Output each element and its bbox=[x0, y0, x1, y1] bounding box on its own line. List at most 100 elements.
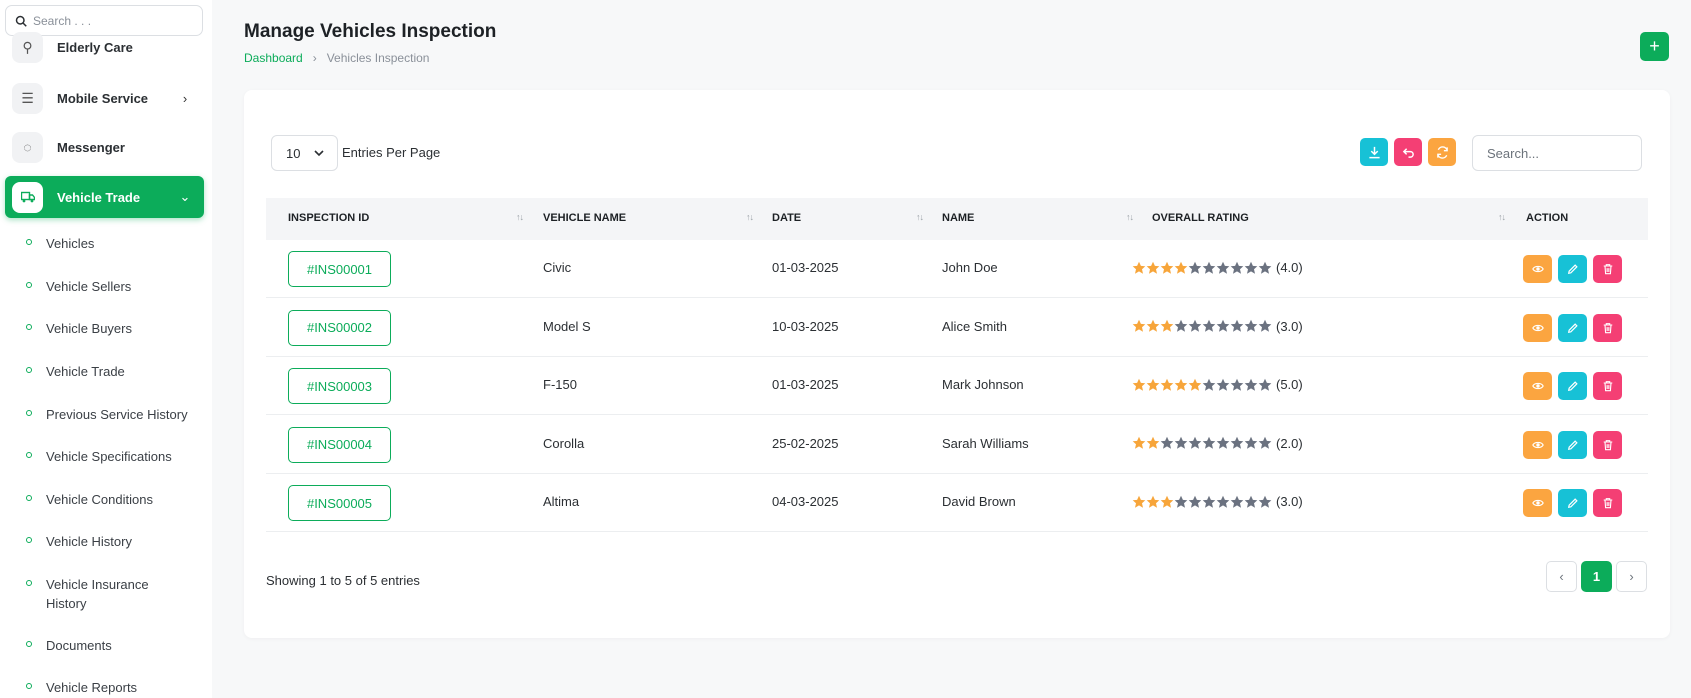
column-header-overall-rating[interactable]: OVERALL RATING bbox=[1152, 212, 1249, 224]
view-button[interactable] bbox=[1523, 255, 1552, 283]
vehicle-name-cell: Corolla bbox=[543, 435, 585, 451]
sidebar-subitem-label: Vehicle Conditions bbox=[46, 492, 153, 507]
sidebar-subitem-documents[interactable]: Documents bbox=[26, 636, 206, 655]
column-header-name[interactable]: NAME bbox=[942, 212, 974, 224]
delete-button[interactable] bbox=[1593, 255, 1622, 283]
bullet-icon bbox=[26, 367, 32, 373]
star-icon bbox=[1132, 319, 1146, 332]
bullet-icon bbox=[26, 410, 32, 416]
column-header-inspection-id[interactable]: INSPECTION ID bbox=[288, 212, 369, 224]
star-icon bbox=[1174, 495, 1188, 508]
sidebar-item-vehicle-trade[interactable]: Vehicle Trade ⌄ bbox=[5, 176, 204, 218]
edit-button[interactable] bbox=[1558, 313, 1587, 342]
star-icon bbox=[1160, 495, 1174, 508]
inspection-id-badge[interactable]: #INS00003 bbox=[288, 368, 391, 404]
truck-icon bbox=[12, 181, 43, 213]
breadcrumb-home-link[interactable]: Dashboard bbox=[244, 51, 303, 65]
elderly-icon: ⚲ bbox=[12, 31, 43, 63]
delete-button[interactable] bbox=[1593, 313, 1622, 342]
star-icon bbox=[1146, 495, 1160, 508]
column-header-date[interactable]: DATE bbox=[772, 212, 801, 224]
star-icon bbox=[1216, 319, 1230, 332]
sidebar-subitem-previous-service-history[interactable]: Previous Service History bbox=[26, 405, 206, 424]
inspection-id-badge[interactable]: #INS00004 bbox=[288, 426, 391, 463]
bullet-icon bbox=[26, 641, 32, 647]
star-icon bbox=[1132, 261, 1146, 274]
view-button[interactable] bbox=[1523, 372, 1552, 400]
inspection-id-badge[interactable]: #INS00002 bbox=[288, 309, 391, 346]
sidebar-subitem-vehicle-specifications[interactable]: Vehicle Specifications bbox=[26, 447, 206, 466]
sidebar-subitem-vehicle-sellers[interactable]: Vehicle Sellers bbox=[26, 277, 206, 296]
sidebar-subitem-vehicle-history[interactable]: Vehicle History bbox=[26, 532, 206, 551]
trash-icon bbox=[1603, 381, 1612, 392]
edit-button[interactable] bbox=[1558, 430, 1587, 459]
sort-icon[interactable]: ↑↓ bbox=[746, 212, 754, 222]
sidebar-item-messenger[interactable]: ◌ Messenger bbox=[5, 126, 204, 168]
table-row: #INS00005 Altima 04-03-2025 David Brown (3.0… bbox=[266, 474, 1648, 532]
inspection-id-badge[interactable]: #INS00005 bbox=[288, 485, 391, 521]
sidebar-subitem-vehicle-buyers[interactable]: Vehicle Buyers bbox=[26, 319, 206, 338]
next-page-button[interactable]: › bbox=[1616, 561, 1647, 592]
sidebar-subitem-vehicles[interactable]: Vehicles bbox=[26, 234, 206, 253]
download-button[interactable] bbox=[1360, 138, 1388, 166]
sidebar-subitem-vehicle-insurance-history[interactable]: Vehicle Insurance History bbox=[26, 575, 176, 613]
sidebar: Search . . . ⚲ Elderly Care ☰ Mobile Ser… bbox=[0, 0, 212, 698]
delete-button[interactable] bbox=[1593, 430, 1622, 459]
star-icon bbox=[1160, 319, 1174, 332]
prev-page-button[interactable]: ‹ bbox=[1546, 561, 1577, 592]
sidebar-subitem-vehicle-trade[interactable]: Vehicle Trade bbox=[26, 362, 206, 381]
rating-value: (4.0) bbox=[1276, 260, 1303, 275]
star-icon bbox=[1244, 319, 1258, 332]
column-header-vehicle-name[interactable]: VEHICLE NAME bbox=[543, 212, 626, 224]
page-1-button[interactable]: 1 bbox=[1581, 561, 1612, 592]
refresh-button[interactable] bbox=[1428, 138, 1456, 166]
star-icon bbox=[1202, 261, 1216, 274]
star-icon bbox=[1258, 436, 1272, 449]
name-cell: Alice Smith bbox=[942, 318, 1008, 334]
name-cell: John Doe bbox=[942, 260, 998, 275]
bullet-icon bbox=[26, 683, 32, 689]
delete-button[interactable] bbox=[1593, 489, 1622, 517]
view-button[interactable] bbox=[1523, 313, 1552, 342]
sidebar-item-mobile-service[interactable]: ☰ Mobile Service › bbox=[5, 77, 204, 119]
sort-icon[interactable]: ↑↓ bbox=[1498, 212, 1506, 222]
rating-stars: (2.0) bbox=[1132, 436, 1303, 451]
sort-icon[interactable]: ↑↓ bbox=[516, 212, 524, 222]
star-icon bbox=[1146, 436, 1160, 449]
view-button[interactable] bbox=[1523, 430, 1552, 459]
view-button[interactable] bbox=[1523, 489, 1552, 517]
star-icon bbox=[1258, 261, 1272, 274]
sort-icon[interactable]: ↑↓ bbox=[916, 212, 924, 222]
edit-button[interactable] bbox=[1558, 255, 1587, 283]
trash-icon bbox=[1603, 322, 1612, 333]
sidebar-subitem-vehicle-reports[interactable]: Vehicle Reports bbox=[26, 678, 206, 697]
sidebar-subitem-vehicle-conditions[interactable]: Vehicle Conditions bbox=[26, 490, 206, 509]
edit-button[interactable] bbox=[1558, 489, 1587, 517]
edit-button[interactable] bbox=[1558, 372, 1587, 400]
rating-value: (2.0) bbox=[1276, 435, 1303, 451]
star-icon bbox=[1216, 436, 1230, 449]
star-icon bbox=[1160, 261, 1174, 274]
sidebar-item-label: Elderly Care bbox=[57, 39, 133, 55]
add-button[interactable]: + bbox=[1640, 32, 1669, 61]
sidebar-subitem-label: Vehicle Reports bbox=[46, 680, 138, 695]
sidebar-item-label: Vehicle Trade bbox=[57, 189, 141, 205]
pencil-icon bbox=[1567, 439, 1578, 450]
star-icon bbox=[1174, 319, 1188, 332]
star-icon bbox=[1132, 495, 1146, 508]
name-cell: Mark Johnson bbox=[942, 377, 1024, 392]
sidebar-subitem-label: Vehicle History bbox=[46, 534, 132, 549]
rating-value: (3.0) bbox=[1276, 318, 1303, 334]
rating-stars: (4.0) bbox=[1132, 260, 1303, 275]
delete-button[interactable] bbox=[1593, 372, 1622, 400]
search-icon bbox=[15, 15, 27, 27]
pencil-icon bbox=[1567, 264, 1578, 275]
eye-icon bbox=[1531, 499, 1544, 507]
sidebar-item-elderly-care[interactable]: ⚲ Elderly Care bbox=[5, 26, 204, 68]
table-search-input[interactable] bbox=[1472, 135, 1642, 171]
undo-button[interactable] bbox=[1394, 138, 1422, 166]
entries-per-page-select[interactable]: 10 bbox=[271, 135, 338, 171]
inspection-id-badge[interactable]: #INS00001 bbox=[288, 251, 391, 287]
sort-icon[interactable]: ↑↓ bbox=[1126, 212, 1134, 222]
trash-icon bbox=[1603, 264, 1612, 275]
